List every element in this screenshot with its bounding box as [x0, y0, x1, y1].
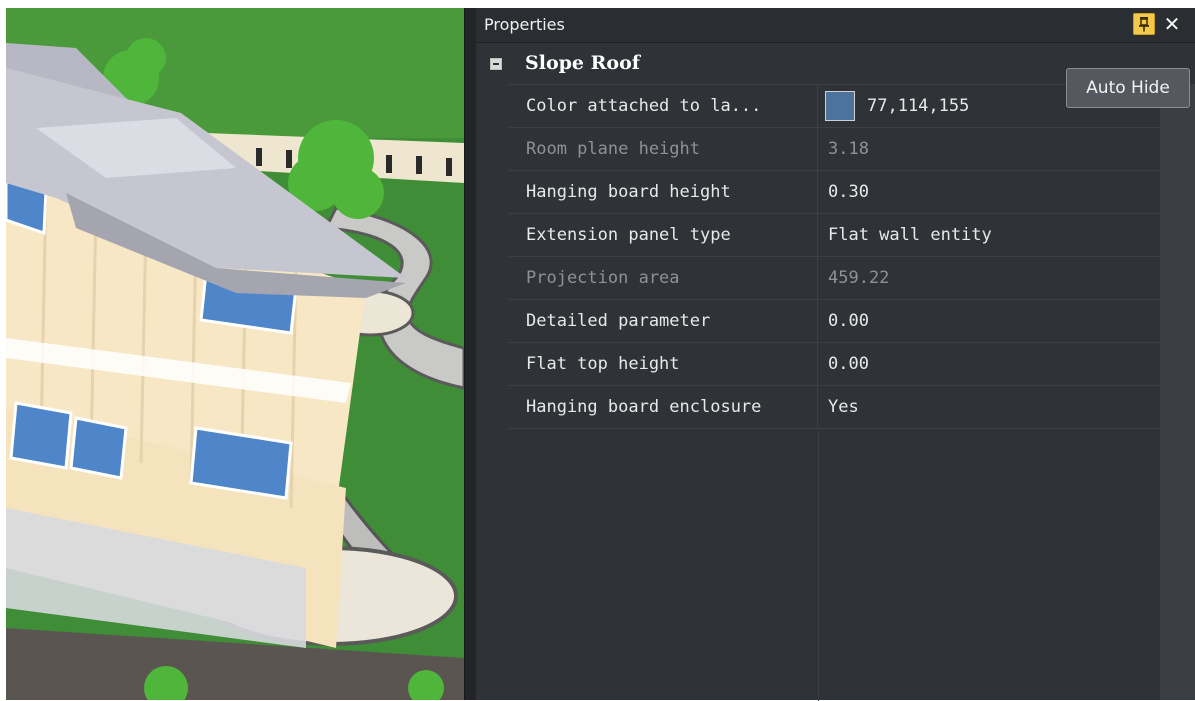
property-value[interactable]: 0.00	[818, 300, 1160, 342]
property-value: 459.22	[828, 268, 890, 288]
property-value: 3.18	[828, 139, 869, 159]
house-scene	[6, 8, 464, 700]
properties-panel: Properties ✕ Slope Roof Color attached t…	[476, 8, 1195, 701]
property-row-hanging-board-enclosure[interactable]: Hanging board enclosure Yes	[508, 386, 1160, 429]
pin-icon	[1139, 17, 1149, 32]
color-swatch[interactable]	[825, 91, 855, 121]
property-grid: Color attached to la... 77,114,155 Room …	[508, 84, 1160, 701]
property-row-projection-area[interactable]: Projection area 459.22	[508, 257, 1160, 300]
panel-title: Properties	[484, 15, 565, 34]
property-value[interactable]: Flat wall entity	[818, 214, 1160, 256]
property-row-hanging-board-height[interactable]: Hanging board height 0.30	[508, 171, 1160, 214]
column-divider	[818, 431, 819, 701]
panel-header: Properties ✕	[476, 8, 1195, 43]
property-name: Hanging board height	[508, 171, 818, 213]
color-value-text: 77,114,155	[867, 96, 970, 116]
property-name: Color attached to la...	[508, 85, 818, 127]
property-row-color[interactable]: Color attached to la... 77,114,155	[508, 85, 1160, 128]
scrollbar-track[interactable]	[1160, 84, 1195, 700]
auto-hide-tooltip: Auto Hide	[1066, 68, 1190, 108]
close-icon[interactable]: ✕	[1160, 11, 1184, 37]
property-row-detailed-parameter[interactable]: Detailed parameter 0.00	[508, 300, 1160, 343]
property-name: Detailed parameter	[508, 300, 818, 342]
property-name: Extension panel type	[508, 214, 818, 256]
property-value[interactable]: 0.00	[818, 343, 1160, 385]
pin-button[interactable]	[1133, 13, 1155, 35]
property-name: Room plane height	[508, 128, 818, 170]
property-value[interactable]: 0.30	[818, 171, 1160, 213]
property-row-flat-top-height[interactable]: Flat top height 0.00	[508, 343, 1160, 386]
3d-viewport[interactable]	[6, 8, 464, 700]
collapse-minus-icon[interactable]	[490, 58, 502, 70]
property-value[interactable]: Yes	[818, 386, 1160, 428]
property-name: Hanging board enclosure	[508, 386, 818, 428]
category-label: Slope Roof	[525, 52, 640, 74]
property-name: Projection area	[508, 257, 818, 299]
property-row-extension-panel-type[interactable]: Extension panel type Flat wall entity	[508, 214, 1160, 257]
property-row-room-plane-height[interactable]: Room plane height 3.18	[508, 128, 1160, 171]
property-name: Flat top height	[508, 343, 818, 385]
